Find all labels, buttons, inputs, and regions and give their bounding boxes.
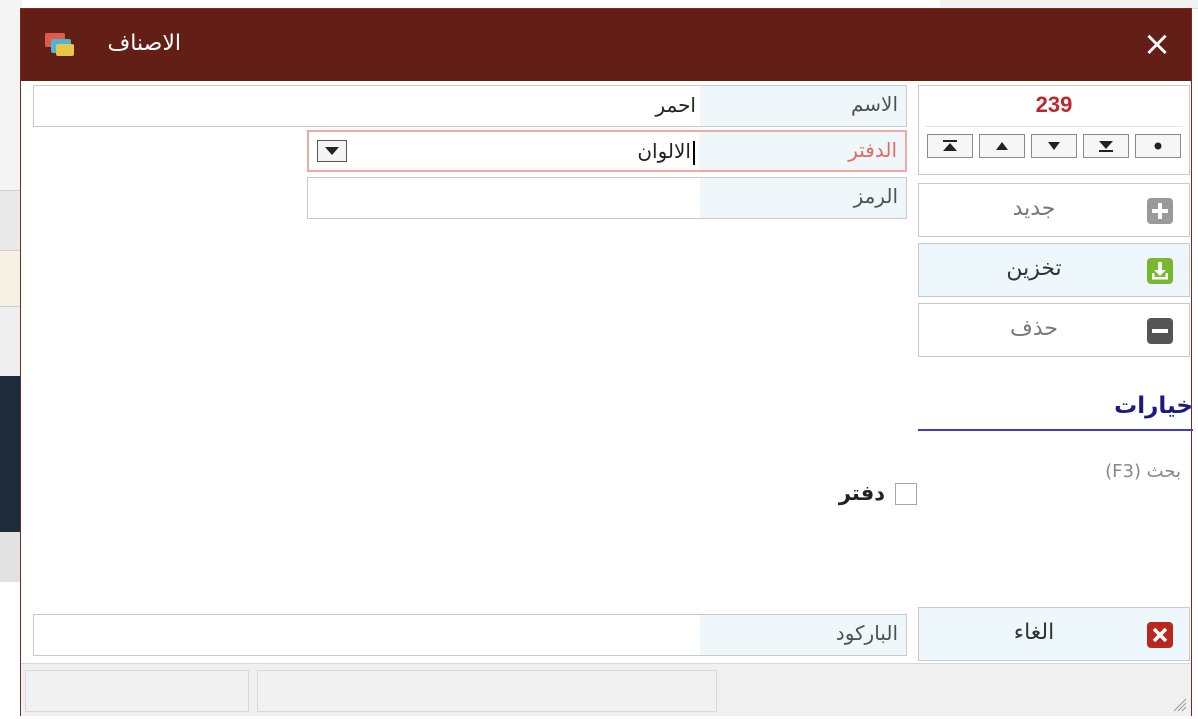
options-divider (918, 429, 1193, 431)
barcode-label: الباركود (835, 621, 898, 645)
record-navigator: 239 (918, 85, 1190, 175)
group-dropdown[interactable]: الدفتر الالوان (307, 130, 907, 172)
resize-grip-icon[interactable] (1171, 696, 1187, 712)
dot-icon (1154, 142, 1162, 150)
status-cell (257, 670, 717, 712)
status-bar (21, 663, 1191, 716)
options-heading: خيارات (1114, 393, 1193, 419)
delete-button[interactable]: حذف (918, 303, 1190, 357)
save-download-icon (1147, 258, 1173, 284)
checkbox-icon[interactable] (895, 483, 917, 505)
background-app-strip (0, 250, 22, 307)
status-cell (25, 670, 249, 712)
search-hint: بحث (F3) (1105, 461, 1181, 482)
background-app-strip (0, 532, 22, 582)
close-x-icon (1147, 622, 1173, 648)
save-button[interactable]: تخزين (918, 243, 1190, 297)
cancel-button[interactable]: الغاء (918, 607, 1190, 661)
categories-window: الاصناف × الاسم احمر الدفتر الالوان الرم… (20, 8, 1193, 716)
background-app-strip (0, 306, 22, 377)
first-record-icon (943, 140, 957, 151)
cancel-button-label: الغاء (1013, 620, 1055, 645)
name-value: احمر (655, 93, 696, 117)
background-app-dark-panel (0, 376, 22, 532)
record-number: 239 (1035, 92, 1073, 117)
background-app-strip (0, 0, 22, 190)
group-label: الدفتر (848, 138, 897, 162)
new-button[interactable]: جديد (918, 183, 1190, 237)
next-record-button[interactable] (1031, 134, 1077, 158)
name-label: الاسم (850, 92, 898, 116)
window-title: الاصناف (107, 31, 182, 56)
background-app-strip (0, 190, 22, 251)
name-field[interactable]: الاسم احمر (33, 85, 907, 127)
stacked-books-icon (43, 29, 77, 59)
chevron-down-icon (325, 147, 339, 155)
code-label: الرمز (853, 184, 898, 208)
plus-icon (1147, 198, 1173, 224)
previous-record-icon (996, 142, 1008, 150)
last-record-button[interactable] (1083, 134, 1129, 158)
save-button-label: تخزين (1006, 256, 1062, 281)
previous-record-button[interactable] (979, 134, 1025, 158)
group-value-wrap: الالوان (637, 139, 695, 165)
new-button-label: جديد (1012, 196, 1056, 221)
minus-icon (1147, 318, 1173, 344)
last-record-icon (1099, 141, 1113, 152)
close-button[interactable]: × (1139, 27, 1175, 63)
dropdown-arrow-button[interactable] (317, 140, 347, 162)
code-field[interactable]: الرمز (307, 177, 907, 219)
navigator-buttons (925, 126, 1183, 165)
title-bar[interactable]: الاصناف × (21, 9, 1191, 81)
first-record-button[interactable] (927, 134, 973, 158)
notebook-checkbox[interactable]: دفتر (797, 479, 917, 511)
barcode-field[interactable]: الباركود (33, 614, 907, 656)
group-value: الالوان (637, 139, 691, 163)
text-cursor (693, 140, 695, 165)
next-record-icon (1048, 142, 1060, 150)
notebook-checkbox-label: دفتر (838, 481, 885, 505)
current-record-button[interactable] (1135, 134, 1181, 158)
delete-button-label: حذف (1010, 316, 1058, 341)
